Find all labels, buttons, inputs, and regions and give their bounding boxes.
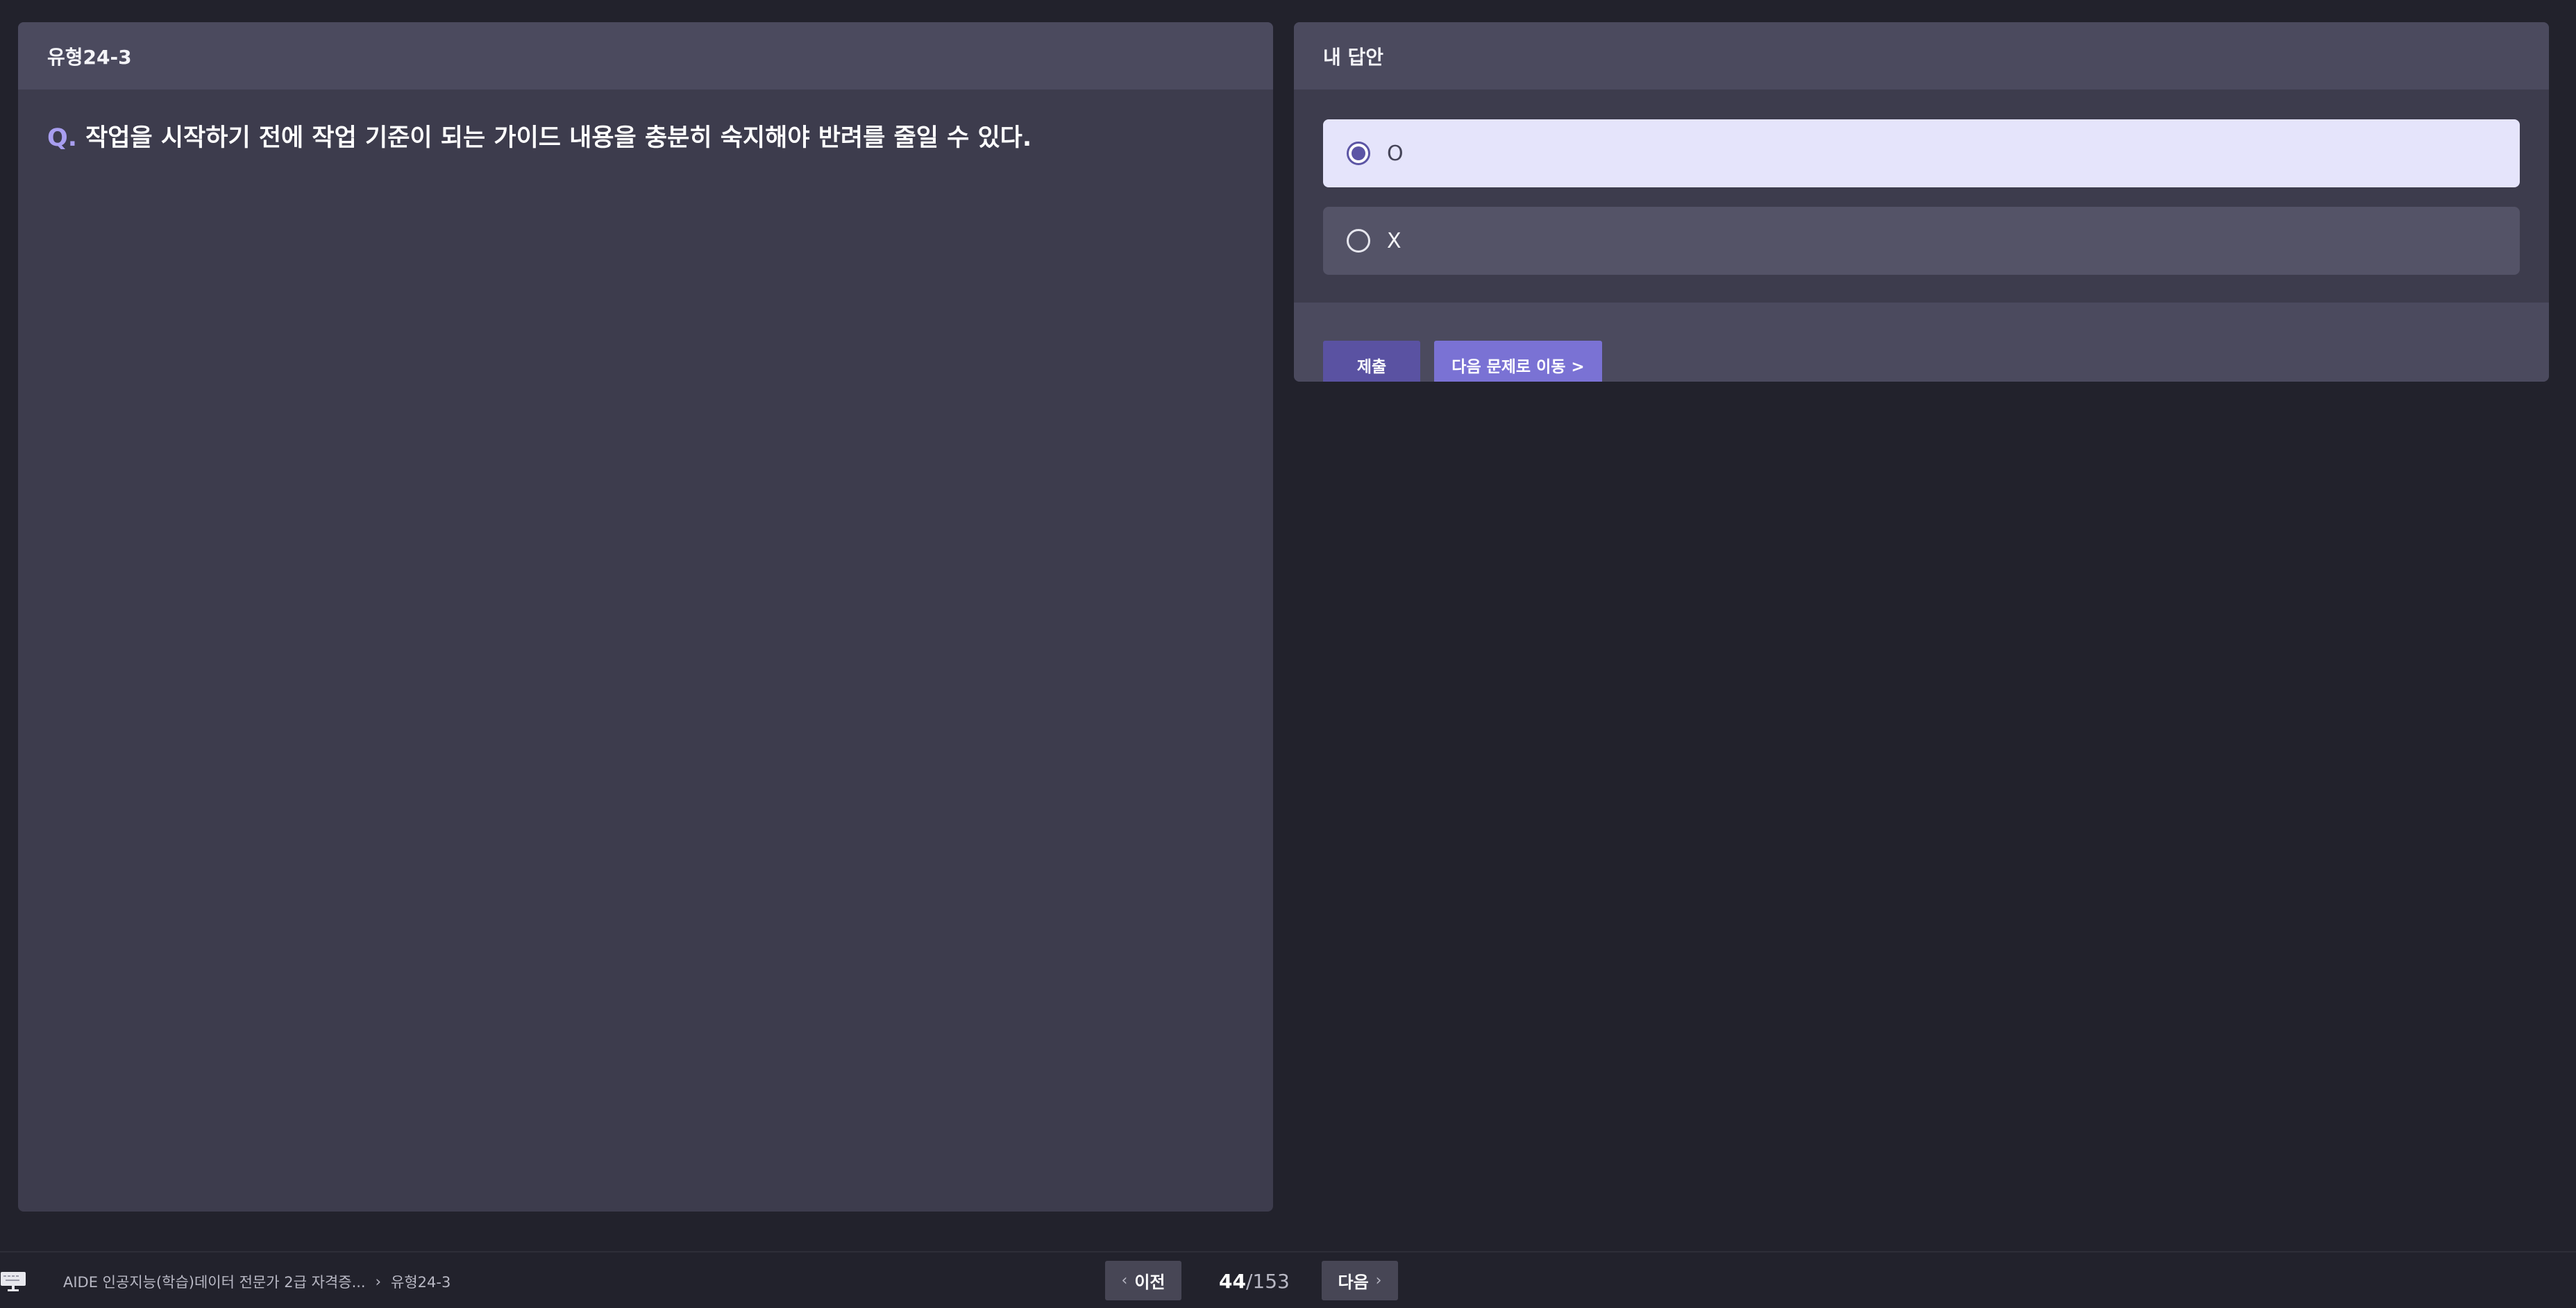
- answer-panel: 내 답안 O X 제출 다음 문제로 이동 >: [1294, 22, 2549, 382]
- question-title: 유형24-3: [18, 22, 1273, 90]
- answer-option-label: X: [1387, 228, 1401, 253]
- next-question-button[interactable]: 다음 문제로 이동 >: [1434, 341, 1602, 382]
- breadcrumb-separator-icon: ›: [375, 1273, 381, 1290]
- next-label: 다음: [1338, 1273, 1369, 1292]
- submit-button[interactable]: 제출: [1323, 341, 1420, 382]
- page-counter: 44/153: [1219, 1270, 1290, 1293]
- question-panel: 유형24-3 Q. 작업을 시작하기 전에 작업 기준이 되는 가이드 내용을 충…: [18, 22, 1273, 1212]
- computer-monitor-icon: [0, 1269, 26, 1293]
- bottom-navigation-bar: AIDE 인공지능(학습)데이터 전문가 2급 자격증... › 유형24-3 …: [0, 1251, 2576, 1308]
- breadcrumb-current: 유형24-3: [391, 1274, 451, 1291]
- total-pages: /153: [1245, 1270, 1290, 1293]
- answer-title: 내 답안: [1294, 22, 2549, 90]
- question-text: Q. 작업을 시작하기 전에 작업 기준이 되는 가이드 내용을 충분히 숙지해야…: [47, 118, 1032, 153]
- question-body: 작업을 시작하기 전에 작업 기준이 되는 가이드 내용을 충분히 숙지해야 반…: [85, 124, 1032, 152]
- radio-checked-icon[interactable]: [1347, 142, 1370, 165]
- answer-option-label: O: [1387, 141, 1404, 166]
- breadcrumb-course[interactable]: AIDE 인공지능(학습)데이터 전문가 2급 자격증...: [63, 1271, 366, 1292]
- next-button[interactable]: 다음 ›: [1322, 1261, 1398, 1300]
- radio-unchecked-icon[interactable]: [1347, 229, 1370, 253]
- answer-option-x[interactable]: X: [1323, 207, 2520, 275]
- breadcrumb: AIDE 인공지능(학습)데이터 전문가 2급 자격증... › 유형24-3: [63, 1271, 451, 1292]
- prev-label: 이전: [1134, 1273, 1165, 1292]
- chevron-right-icon: ›: [1375, 1272, 1382, 1289]
- chevron-left-icon: ‹: [1121, 1272, 1128, 1289]
- current-page: 44: [1219, 1270, 1246, 1293]
- answer-actions: 제출 다음 문제로 이동 >: [1294, 303, 2549, 382]
- question-marker: Q.: [47, 124, 78, 152]
- answer-option-o[interactable]: O: [1323, 119, 2520, 187]
- prev-button[interactable]: ‹ 이전: [1105, 1261, 1181, 1300]
